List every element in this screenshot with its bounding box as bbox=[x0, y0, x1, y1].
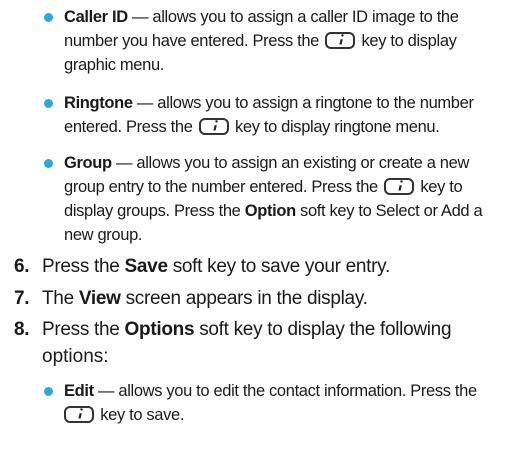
bullet-text: key to display bbox=[357, 32, 457, 50]
bullet-dot bbox=[44, 13, 53, 22]
step-6: 6. Press the Save soft key to save your e… bbox=[14, 253, 514, 281]
step-text: soft key to display the following bbox=[194, 319, 452, 340]
bullet-text: number you have entered. Press the bbox=[64, 32, 324, 50]
view-screen-label: View bbox=[78, 288, 121, 309]
bullet-line: new group. bbox=[64, 223, 520, 247]
bullet-term: Group bbox=[64, 154, 112, 172]
step-number: 8. bbox=[14, 319, 30, 340]
bullet-term: Edit bbox=[64, 382, 94, 400]
bullet-dot bbox=[44, 99, 53, 108]
bullet-line: Edit — allows you to edit the contact in… bbox=[64, 379, 520, 403]
bullet-line: Caller ID — allows you to assign a calle… bbox=[64, 5, 520, 29]
bullet-text: graphic menu. bbox=[64, 56, 165, 74]
bullet-line: graphic menu. bbox=[64, 53, 520, 77]
bullet-term: Ringtone bbox=[64, 94, 133, 112]
step-number: 7. bbox=[14, 288, 30, 309]
bullet-text: soft key to Select or Add a bbox=[295, 202, 483, 220]
option-softkey-label: Option bbox=[244, 202, 296, 220]
step-7: 7. The View screen appears in the display… bbox=[14, 285, 514, 313]
info-key-icon bbox=[198, 118, 229, 135]
step-text: Press the bbox=[42, 319, 125, 340]
step-text: Press the bbox=[42, 256, 125, 277]
manual-page: Caller ID — allows you to assign a calle… bbox=[0, 0, 524, 463]
step-8: 8. Press the Options soft key to display … bbox=[14, 316, 514, 344]
bullet-ringtone: Ringtone — allows you to assign a ringto… bbox=[44, 91, 520, 139]
bullet-text: key to display ringtone menu. bbox=[230, 118, 440, 136]
bullet-term: Caller ID bbox=[64, 8, 128, 26]
bullet-dot bbox=[44, 159, 53, 168]
save-softkey-label: Save bbox=[124, 256, 168, 277]
bullet-line: key to save. bbox=[64, 403, 520, 427]
bullet-text: group entry to the number entered. Press… bbox=[64, 178, 383, 196]
bullet-text: key to save. bbox=[96, 406, 185, 424]
bullet-line: entered. Press the key to display ringto… bbox=[64, 115, 520, 139]
options-softkey-label: Options bbox=[124, 319, 195, 340]
step-text: screen appears in the display. bbox=[120, 288, 368, 309]
bullet-text: — allows you to edit the contact informa… bbox=[93, 382, 477, 400]
step-number: 6. bbox=[14, 256, 30, 277]
bullet-edit: Edit — allows you to edit the contact in… bbox=[44, 379, 520, 427]
step-8-continuation: options: bbox=[42, 346, 109, 367]
info-key-icon bbox=[64, 406, 94, 423]
bullet-text: entered. Press the bbox=[64, 118, 197, 136]
bullet-text: — allows you to assign a caller ID image… bbox=[127, 8, 459, 26]
bullet-group: Group — allows you to assign an existing… bbox=[44, 151, 520, 247]
bullet-text: — allows you to assign a ringtone to the… bbox=[132, 94, 474, 112]
bullet-line: display groups. Press the Option soft ke… bbox=[64, 199, 520, 223]
bullet-text: display groups. Press the bbox=[64, 202, 245, 220]
bullet-line: Ringtone — allows you to assign a ringto… bbox=[64, 91, 520, 115]
info-key-icon bbox=[384, 178, 415, 195]
step-text: The bbox=[42, 288, 79, 309]
step-text: soft key to save your entry. bbox=[167, 256, 391, 277]
bullet-text: key to bbox=[416, 178, 463, 196]
bullet-line: number you have entered. Press the key t… bbox=[64, 29, 520, 53]
bullet-text: — allows you to assign an existing or cr… bbox=[111, 154, 470, 172]
bullet-caller-id: Caller ID — allows you to assign a calle… bbox=[44, 5, 520, 77]
info-key-icon bbox=[325, 32, 356, 49]
bullet-line: Group — allows you to assign an existing… bbox=[64, 151, 520, 175]
bullet-text: new group. bbox=[64, 226, 143, 244]
bullet-dot bbox=[44, 387, 53, 396]
bullet-line: group entry to the number entered. Press… bbox=[64, 175, 520, 199]
